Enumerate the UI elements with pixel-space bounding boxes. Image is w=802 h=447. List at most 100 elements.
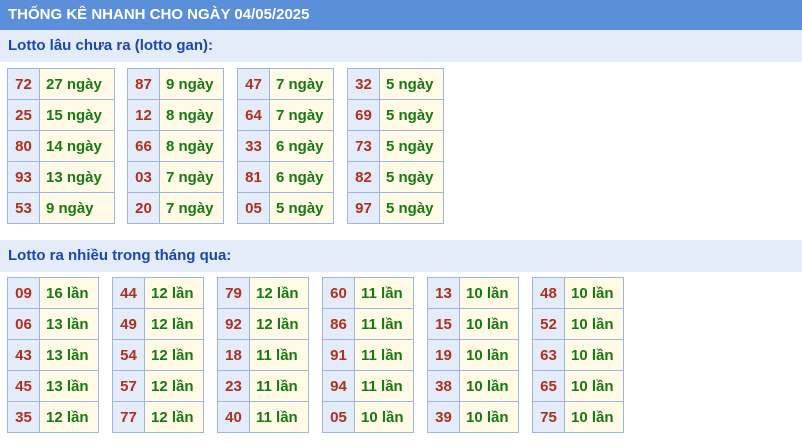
- lotto-number: 40: [217, 401, 250, 433]
- lotto-number: 65: [532, 370, 565, 402]
- lotto-number: 81: [237, 161, 270, 193]
- table-row: 75 10 lần: [532, 401, 624, 433]
- lotto-number: 05: [237, 192, 270, 224]
- table-row: 43 13 lần: [7, 339, 99, 371]
- table-row: 57 12 lần: [112, 370, 204, 402]
- table-row: 06 13 lần: [7, 308, 99, 340]
- lotto-count: 10 lần: [564, 308, 624, 340]
- lotto-count: 10 lần: [459, 339, 519, 371]
- table-row: 81 6 ngày: [237, 161, 334, 193]
- lotto-count: 10 lần: [354, 401, 414, 433]
- lotto-count: 6 ngày: [269, 161, 334, 193]
- table-row: 77 12 lần: [112, 401, 204, 433]
- table-row: 60 11 lần: [322, 277, 414, 309]
- nhieu-heading: Lotto ra nhiều trong tháng qua:: [0, 240, 802, 272]
- nhieu-tables: 09 16 lần 06 13 lần 43 13 lần 45 13 lần 35 12 lần…: [0, 272, 802, 446]
- table-row: 73 5 ngày: [347, 130, 444, 162]
- lotto-number: 09: [7, 277, 40, 309]
- lotto-number: 20: [127, 192, 160, 224]
- table-row: 79 12 lần: [217, 277, 309, 309]
- table-row: 40 11 lần: [217, 401, 309, 433]
- lotto-number: 87: [127, 68, 160, 100]
- lotto-count: 10 lần: [459, 277, 519, 309]
- lotto-number: 80: [7, 130, 40, 162]
- lotto-number: 73: [347, 130, 380, 162]
- gan-table: 72 27 ngày 25 15 ngày 80 14 ngày 93 13 ngày 53 9 …: [7, 68, 115, 224]
- table-row: 25 15 ngày: [7, 99, 115, 131]
- nhieu-table: 48 10 lần 52 10 lần 63 10 lần 65 10 lần 75 10 lần: [532, 277, 624, 433]
- table-row: 03 7 ngày: [127, 161, 224, 193]
- lotto-number: 57: [112, 370, 145, 402]
- table-row: 12 8 ngày: [127, 99, 224, 131]
- lotto-number: 82: [347, 161, 380, 193]
- lotto-count: 7 ngày: [269, 99, 334, 131]
- lotto-count: 13 lần: [39, 308, 99, 340]
- lotto-count: 5 ngày: [379, 68, 444, 100]
- table-row: 45 13 lần: [7, 370, 99, 402]
- table-row: 35 12 lần: [7, 401, 99, 433]
- nhieu-table: 60 11 lần 86 11 lần 91 11 lần 94 11 lần 05 10 lần: [322, 277, 414, 433]
- lotto-number: 06: [7, 308, 40, 340]
- lotto-count: 10 lần: [564, 401, 624, 433]
- lotto-number: 93: [7, 161, 40, 193]
- page-title: THỐNG KÊ NHANH CHO NGÀY 04/05/2025: [0, 0, 802, 30]
- lotto-count: 12 lần: [144, 339, 204, 371]
- lotto-number: 47: [237, 68, 270, 100]
- lotto-number: 53: [7, 192, 40, 224]
- lotto-count: 16 lần: [39, 277, 99, 309]
- table-row: 33 6 ngày: [237, 130, 334, 162]
- lotto-number: 32: [347, 68, 380, 100]
- lotto-number: 52: [532, 308, 565, 340]
- gan-tables: 72 27 ngày 25 15 ngày 80 14 ngày 93 13 ngày 53 9 …: [0, 62, 802, 240]
- lotto-count: 14 ngày: [39, 130, 115, 162]
- lotto-count: 13 lần: [39, 370, 99, 402]
- table-row: 39 10 lần: [427, 401, 519, 433]
- lotto-count: 8 ngày: [159, 130, 224, 162]
- lotto-count: 5 ngày: [379, 192, 444, 224]
- table-row: 05 10 lần: [322, 401, 414, 433]
- lotto-count: 12 lần: [249, 277, 309, 309]
- lotto-number: 72: [7, 68, 40, 100]
- gan-table: 32 5 ngày 69 5 ngày 73 5 ngày 82 5 ngày 97 5 ngày: [347, 68, 444, 224]
- nhieu-table: 79 12 lần 92 12 lần 18 11 lần 23 11 lần 40 11 lần: [217, 277, 309, 433]
- lotto-count: 7 ngày: [159, 192, 224, 224]
- lotto-count: 9 ngày: [159, 68, 224, 100]
- lotto-number: 12: [127, 99, 160, 131]
- table-row: 87 9 ngày: [127, 68, 224, 100]
- lotto-number: 33: [237, 130, 270, 162]
- lotto-count: 12 lần: [249, 308, 309, 340]
- gan-table: 47 7 ngày 64 7 ngày 33 6 ngày 81 6 ngày 05 5 ngày: [237, 68, 334, 224]
- table-row: 52 10 lần: [532, 308, 624, 340]
- lotto-count: 5 ngày: [379, 161, 444, 193]
- lotto-number: 45: [7, 370, 40, 402]
- lotto-count: 11 lần: [354, 277, 414, 309]
- lotto-count: 11 lần: [249, 401, 309, 433]
- table-row: 47 7 ngày: [237, 68, 334, 100]
- lotto-number: 92: [217, 308, 250, 340]
- lotto-count: 12 lần: [144, 370, 204, 402]
- lotto-number: 86: [322, 308, 355, 340]
- lotto-number: 13: [427, 277, 460, 309]
- lotto-count: 12 lần: [144, 308, 204, 340]
- table-row: 48 10 lần: [532, 277, 624, 309]
- table-row: 44 12 lần: [112, 277, 204, 309]
- table-row: 38 10 lần: [427, 370, 519, 402]
- lotto-count: 8 ngày: [159, 99, 224, 131]
- lotto-number: 43: [7, 339, 40, 371]
- table-row: 63 10 lần: [532, 339, 624, 371]
- table-row: 09 16 lần: [7, 277, 99, 309]
- table-row: 23 11 lần: [217, 370, 309, 402]
- table-row: 82 5 ngày: [347, 161, 444, 193]
- lotto-number: 35: [7, 401, 40, 433]
- lotto-number: 05: [322, 401, 355, 433]
- lotto-number: 18: [217, 339, 250, 371]
- lotto-count: 12 lần: [144, 401, 204, 433]
- table-row: 69 5 ngày: [347, 99, 444, 131]
- lotto-number: 03: [127, 161, 160, 193]
- gan-heading: Lotto lâu chưa ra (lotto gan):: [0, 30, 802, 62]
- lotto-count: 11 lần: [249, 339, 309, 371]
- lotto-count: 10 lần: [564, 339, 624, 371]
- lotto-count: 11 lần: [354, 370, 414, 402]
- lotto-number: 75: [532, 401, 565, 433]
- lotto-count: 12 lần: [39, 401, 99, 433]
